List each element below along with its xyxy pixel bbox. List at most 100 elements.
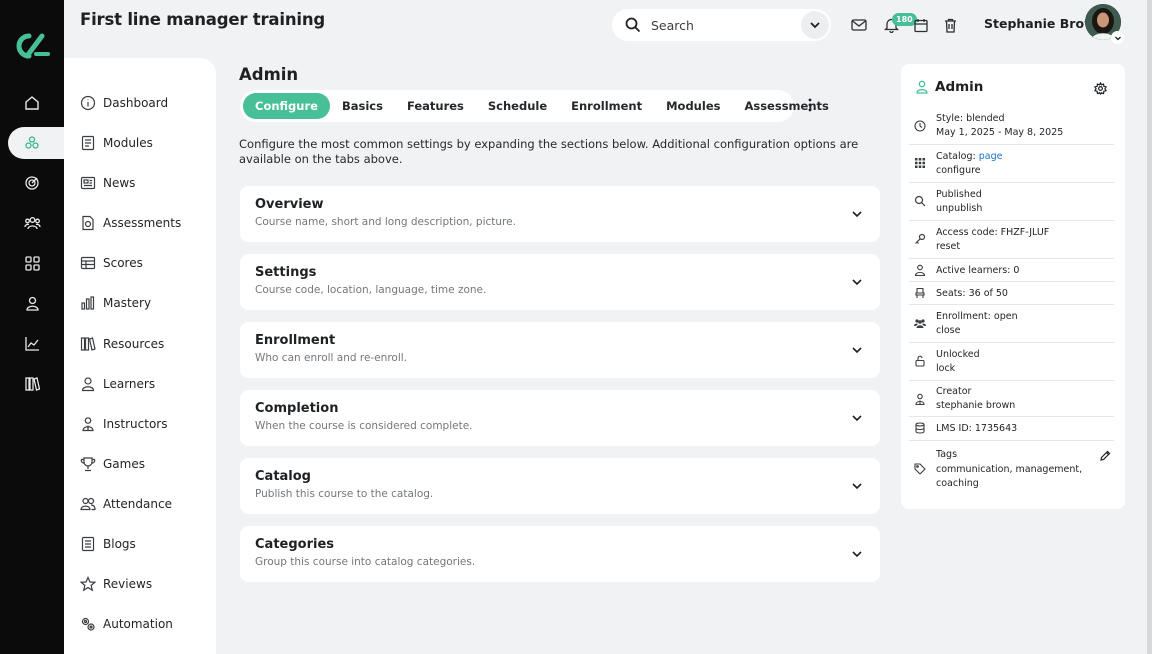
catalog-page-link[interactable]: page xyxy=(979,151,1003,162)
section-enrollment[interactable]: Enrollment Who can enroll and re-enroll. xyxy=(240,322,880,378)
sidebar-item-scores[interactable]: Scores xyxy=(80,251,143,275)
trash-icon[interactable] xyxy=(941,16,959,34)
app-rail xyxy=(0,0,68,654)
section-catalog[interactable]: Catalog Publish this course to the catal… xyxy=(240,458,880,514)
sidebar-item-dashboard[interactable]: Dashboard xyxy=(80,91,168,115)
user-icon xyxy=(914,264,926,276)
sidebar-item-mastery[interactable]: Mastery xyxy=(80,291,151,315)
apps-icon[interactable] xyxy=(19,250,45,276)
panel-row-tags: Tags communication, management, coaching xyxy=(909,441,1114,496)
tab-assessments[interactable]: Assessments xyxy=(732,93,840,119)
section-settings[interactable]: Settings Course code, location, language… xyxy=(240,254,880,310)
seat-icon xyxy=(914,287,926,299)
search-box[interactable]: Search xyxy=(612,9,831,41)
library-icon xyxy=(80,336,96,352)
library-icon[interactable] xyxy=(19,370,45,396)
bar-chart-icon xyxy=(80,295,96,311)
home-icon[interactable] xyxy=(19,90,45,116)
lock-link[interactable]: lock xyxy=(936,363,955,374)
chevron-down-icon[interactable] xyxy=(850,207,864,221)
sidebar-item-automation[interactable]: Automation xyxy=(80,612,173,636)
creator-icon xyxy=(914,393,926,405)
sidebar-item-blogs[interactable]: Blogs xyxy=(80,532,136,556)
group-icon xyxy=(914,317,926,329)
info-icon xyxy=(80,95,96,111)
chevron-down-icon[interactable] xyxy=(850,275,864,289)
tab-features[interactable]: Features xyxy=(395,93,476,119)
creator-link[interactable]: stephanie brown xyxy=(936,400,1015,411)
tab-modules[interactable]: Modules xyxy=(654,93,732,119)
star-icon xyxy=(80,576,96,592)
mail-icon[interactable] xyxy=(850,16,868,34)
edit-pencil-icon[interactable] xyxy=(1099,450,1111,462)
chevron-down-icon[interactable] xyxy=(850,343,864,357)
clock-icon xyxy=(914,120,926,132)
section-categories[interactable]: Categories Group this course into catalo… xyxy=(240,526,880,582)
more-options-icon[interactable] xyxy=(803,97,817,113)
course-sidebar: Dashboard Modules News Assessments Score… xyxy=(64,58,216,654)
catalog-configure-link[interactable]: configure xyxy=(936,165,981,176)
sidebar-item-reviews[interactable]: Reviews xyxy=(80,572,152,596)
tab-basics[interactable]: Basics xyxy=(330,93,395,119)
tab-enrollment[interactable]: Enrollment xyxy=(559,93,654,119)
reset-link[interactable]: reset xyxy=(936,241,960,252)
panel-row-style: Style: blended May 1, 2025 - May 8, 2025 xyxy=(909,108,1114,145)
sidebar-item-attendance[interactable]: Attendance xyxy=(80,492,172,516)
sidebar-item-games[interactable]: Games xyxy=(80,452,145,476)
tab-configure[interactable]: Configure xyxy=(243,93,330,119)
panel-row-enrollment: Enrollment: open close xyxy=(909,305,1114,343)
assessment-icon xyxy=(80,215,96,231)
close-enrollment-link[interactable]: close xyxy=(936,325,960,336)
unpublish-link[interactable]: unpublish xyxy=(936,203,982,214)
page-scrollbar[interactable] xyxy=(1147,0,1152,654)
user-icon[interactable] xyxy=(19,290,45,316)
chart-icon[interactable] xyxy=(19,330,45,356)
gear-icon[interactable] xyxy=(1094,82,1108,96)
blog-icon xyxy=(80,536,96,552)
panel-row-seats: Seats: 36 of 50 xyxy=(909,282,1114,305)
app-logo[interactable] xyxy=(12,30,52,62)
chevron-down-icon[interactable] xyxy=(850,411,864,425)
section-completion[interactable]: Completion When the course is considered… xyxy=(240,390,880,446)
sidebar-item-learners[interactable]: Learners xyxy=(80,372,155,396)
chevron-down-icon[interactable] xyxy=(850,479,864,493)
course-title: First line manager training xyxy=(80,10,325,29)
admin-tabs: Configure Basics Features Schedule Enrol… xyxy=(240,90,829,122)
tab-schedule[interactable]: Schedule xyxy=(476,93,559,119)
sidebar-item-news[interactable]: News xyxy=(80,171,135,195)
tag-icon xyxy=(914,463,926,475)
search-icon xyxy=(625,17,641,33)
panel-row-lock: Unlocked lock xyxy=(909,343,1114,381)
modules-icon[interactable] xyxy=(19,130,45,156)
chevron-down-icon[interactable] xyxy=(1111,31,1124,44)
gears-icon xyxy=(80,616,96,632)
trophy-icon xyxy=(80,456,96,472)
key-icon xyxy=(914,233,926,245)
catalog-label: Catalog: xyxy=(936,151,979,162)
target-icon[interactable] xyxy=(19,170,45,196)
admin-info-panel: Admin Style: blended May 1, 2025 - May 8… xyxy=(901,64,1125,509)
page-title: Admin xyxy=(239,65,299,84)
people-icon[interactable] xyxy=(19,210,45,236)
calendar-icon[interactable] xyxy=(912,16,930,34)
search-input[interactable]: Search xyxy=(651,18,694,33)
chevron-down-icon[interactable] xyxy=(801,11,829,39)
panel-row-catalog: Catalog: page configure xyxy=(909,145,1114,183)
table-icon xyxy=(80,255,96,271)
top-bar: First line manager training Search 180 S… xyxy=(64,0,1148,58)
group-icon xyxy=(80,496,96,512)
panel-row-published: Published unpublish xyxy=(909,183,1114,221)
user-icon xyxy=(80,376,96,392)
chevron-down-icon[interactable] xyxy=(850,547,864,561)
panel-row-active-learners: Active learners: 0 xyxy=(909,259,1114,282)
search-icon xyxy=(914,195,926,207)
section-overview[interactable]: Overview Course name, short and long des… xyxy=(240,186,880,242)
sidebar-item-modules[interactable]: Modules xyxy=(80,131,153,155)
database-icon xyxy=(914,422,926,434)
sidebar-item-resources[interactable]: Resources xyxy=(80,332,164,356)
configure-intro: Configure the most common settings by ex… xyxy=(239,137,859,166)
sidebar-item-instructors[interactable]: Instructors xyxy=(80,412,167,436)
admin-user-icon xyxy=(915,80,929,94)
sidebar-item-assessments[interactable]: Assessments xyxy=(80,211,181,235)
panel-title: Admin xyxy=(935,79,984,95)
